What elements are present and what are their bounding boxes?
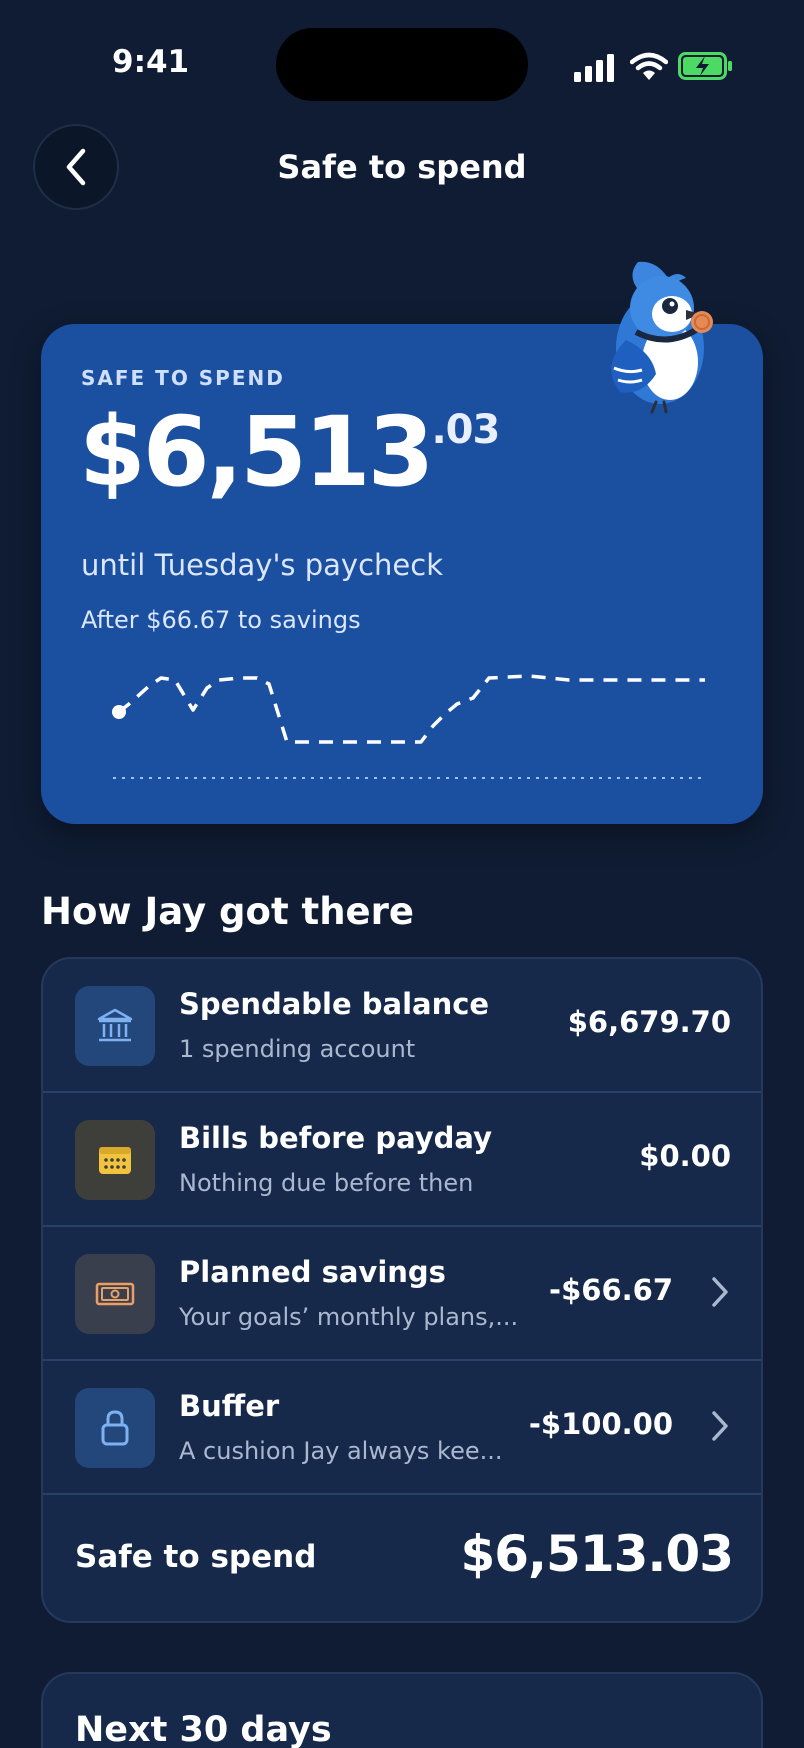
wifi-icon <box>630 52 668 80</box>
row-subtitle: Nothing due before then <box>179 1169 474 1197</box>
row-title: Planned savings <box>179 1255 446 1289</box>
breakdown-card: Spendable balance 1 spending account $6,… <box>41 957 763 1623</box>
hero-amount: $6,513.03 <box>79 396 500 508</box>
status-time: 9:41 <box>112 44 190 80</box>
lock-icon <box>101 1410 129 1446</box>
chevron-right-icon <box>712 1277 728 1307</box>
next-30-days-card[interactable]: Next 30 days <box>41 1672 763 1748</box>
balance-projection-sparkline <box>112 674 705 779</box>
row-spendable-balance: Spendable balance 1 spending account $6,… <box>43 959 761 1093</box>
lock-icon-tile <box>75 1388 155 1468</box>
hero-amount-main: $6,513 <box>79 396 434 508</box>
banknote-icon-tile <box>75 1254 155 1334</box>
row-title: Bills before payday <box>179 1121 492 1155</box>
row-buffer[interactable]: Buffer A cushion Jay always kee... -$100… <box>43 1361 761 1495</box>
next-30-days-title: Next 30 days <box>75 1710 332 1748</box>
row-amount: -$100.00 <box>528 1407 673 1441</box>
row-bills-before-payday: Bills before payday Nothing due before t… <box>43 1093 761 1227</box>
row-subtitle: 1 spending account <box>179 1035 416 1063</box>
status-bar: 9:41 <box>0 0 804 120</box>
row-subtitle: A cushion Jay always kee... <box>179 1437 503 1465</box>
signal-icon <box>574 54 614 82</box>
bank-icon <box>97 1008 133 1042</box>
row-planned-savings[interactable]: Planned savings Your goals’ monthly plan… <box>43 1227 761 1361</box>
calendar-icon <box>99 1147 131 1174</box>
row-title: Spendable balance <box>179 987 490 1021</box>
hero-amount-cents: .03 <box>431 407 500 453</box>
hero-eyebrow: SAFE TO SPEND <box>81 366 285 390</box>
battery-charging-icon <box>678 52 732 80</box>
page-title: Safe to spend <box>277 148 527 186</box>
blue-jay-mascot <box>611 261 713 414</box>
total-amount: $6,513.03 <box>460 1525 734 1583</box>
banknote-icon <box>95 1282 135 1306</box>
total-row: Safe to spend $6,513.03 <box>43 1495 761 1621</box>
row-amount: -$66.67 <box>549 1273 673 1307</box>
bank-icon-tile <box>75 986 155 1066</box>
total-label: Safe to spend <box>75 1539 317 1575</box>
chevron-right-icon <box>712 1411 728 1441</box>
row-title: Buffer <box>179 1389 280 1423</box>
row-amount: $0.00 <box>639 1139 731 1173</box>
sparkline-start-dot <box>112 705 126 719</box>
row-subtitle: Your goals’ monthly plans,... <box>179 1303 519 1331</box>
sparkline-path <box>117 674 705 744</box>
hero-savings-note: After $66.67 to savings <box>81 606 361 634</box>
calendar-icon-tile <box>75 1120 155 1200</box>
row-amount: $6,679.70 <box>567 1005 731 1039</box>
breakdown-heading: How Jay got there <box>41 890 414 933</box>
dynamic-island <box>276 28 528 101</box>
hero-subtitle: until Tuesday's paycheck <box>81 548 443 582</box>
